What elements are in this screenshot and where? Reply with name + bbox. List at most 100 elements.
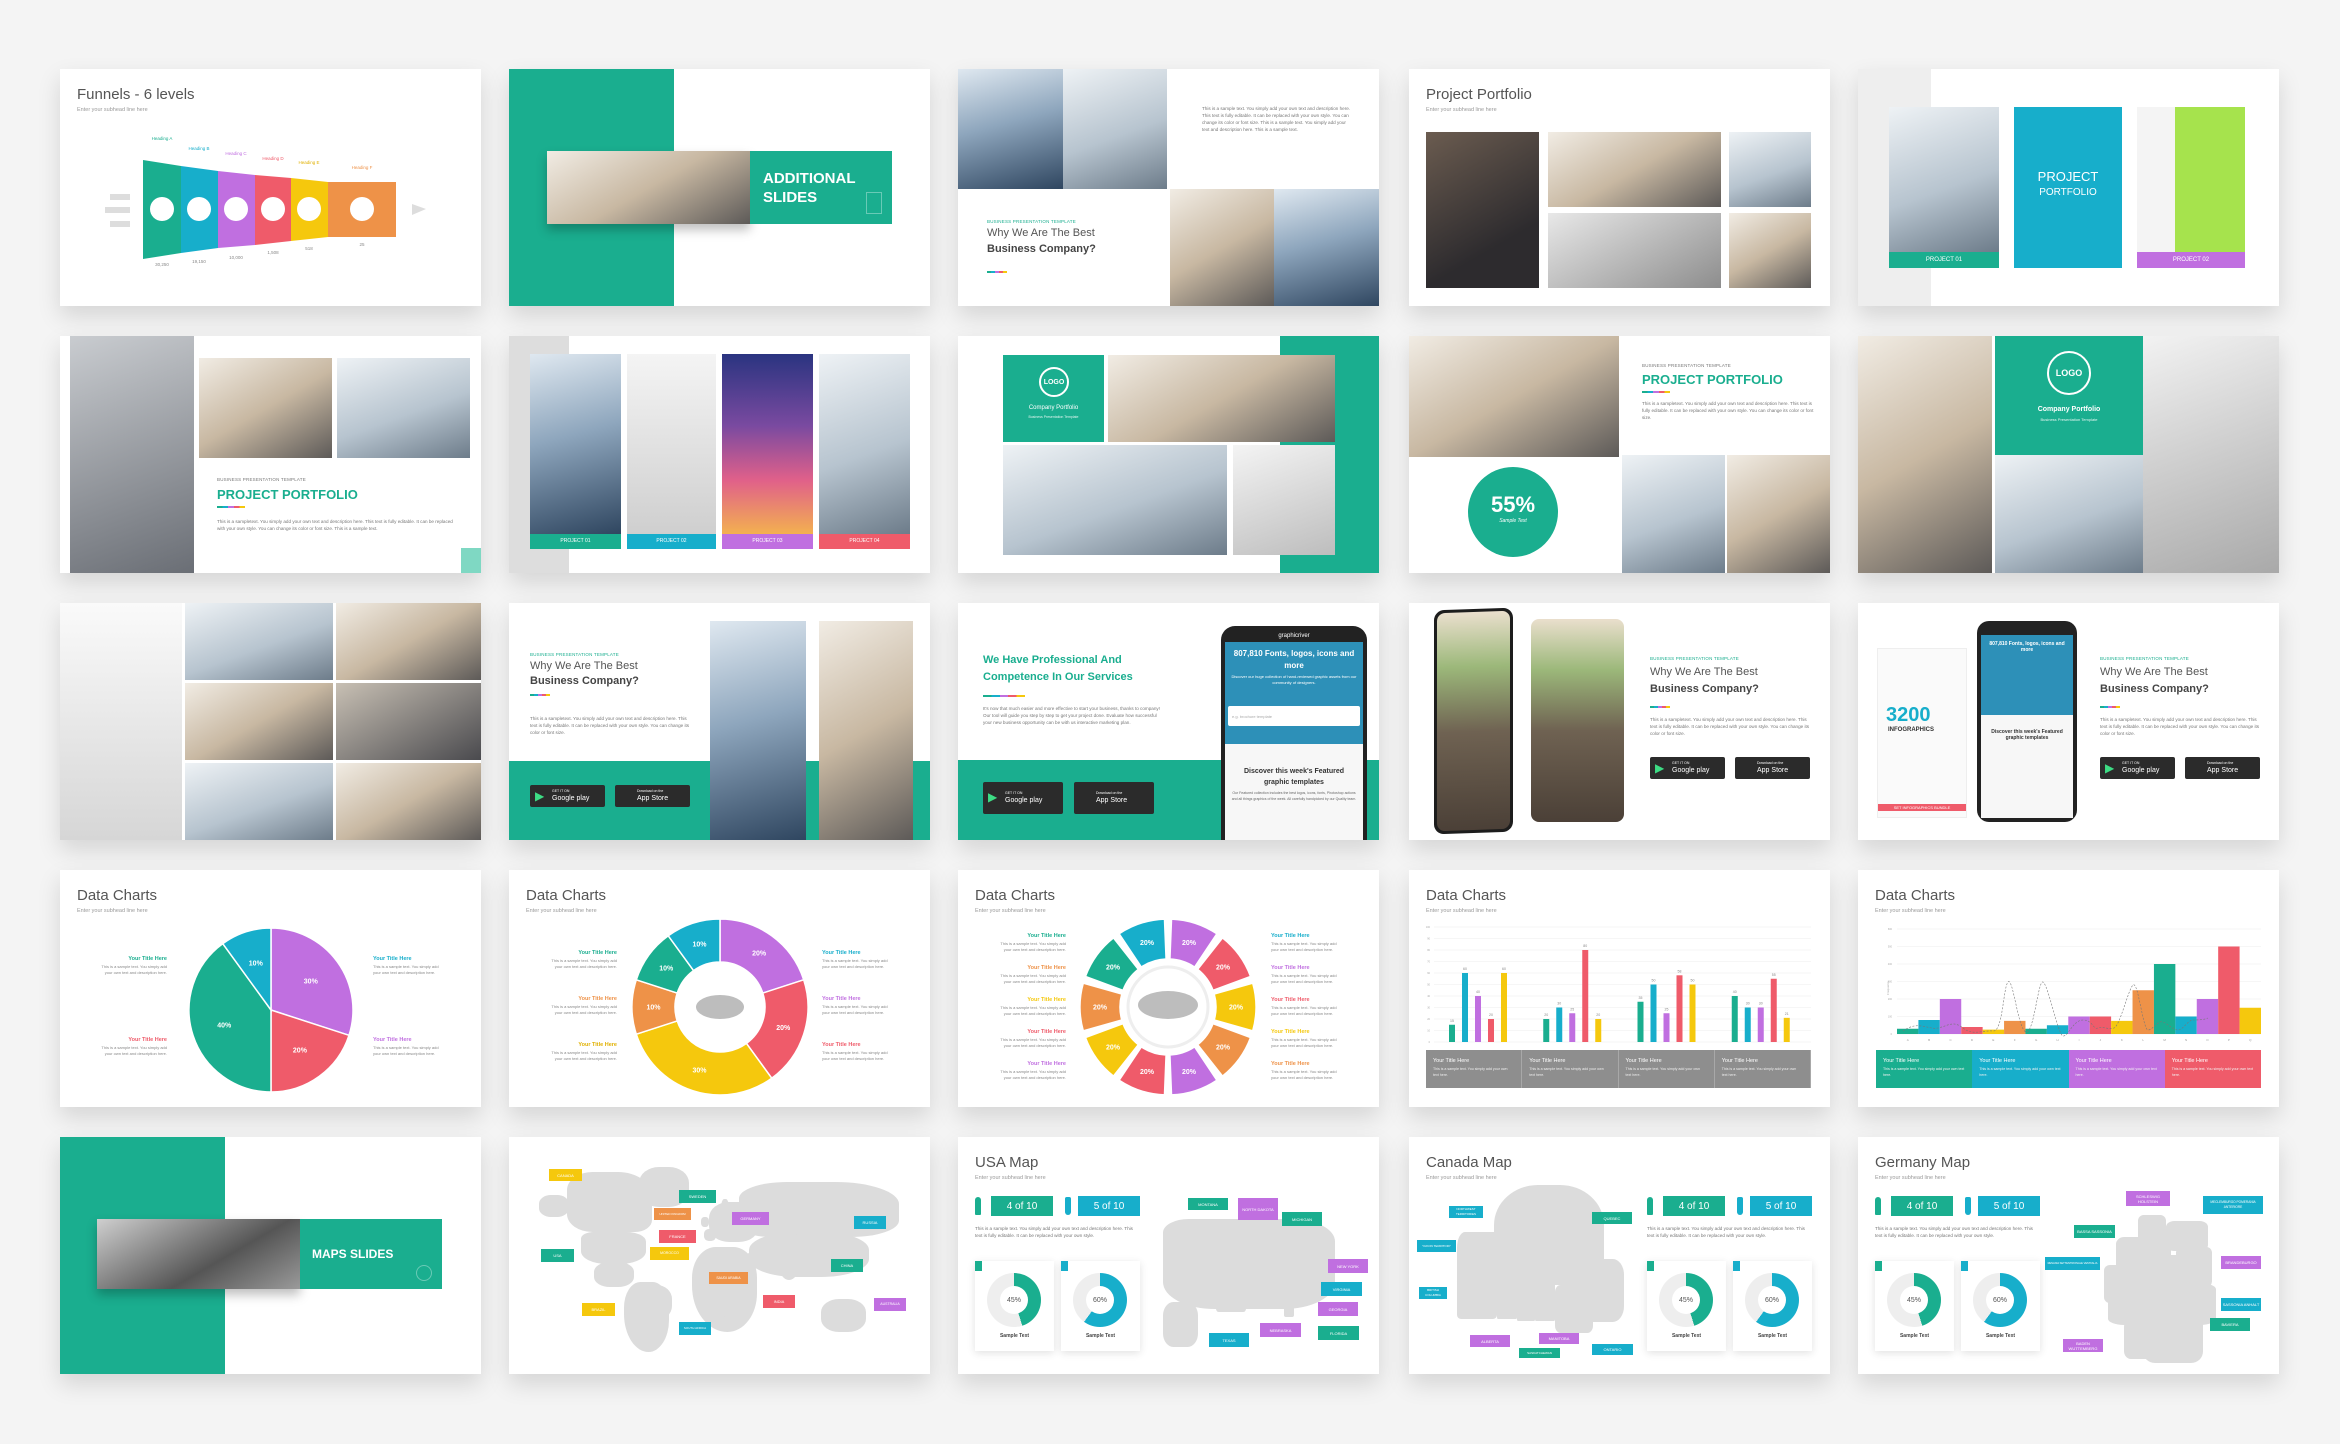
new-york-shape — [1301, 1234, 1316, 1250]
map-label: MOROCCO — [650, 1247, 689, 1260]
phone-hero: 807,810 Fonts, logos, icons and more Dis… — [1225, 642, 1363, 744]
funnel-heading: Heading E — [298, 160, 319, 165]
x-tick-label: O — [2206, 1038, 2209, 1042]
bar-value-label: 21 — [1785, 1012, 1789, 1016]
logo-box: LOGO Company Portfolio Business Presenta… — [1003, 355, 1104, 442]
ring-label: 20% — [1140, 940, 1155, 947]
y-tick-label: 100 — [1426, 926, 1431, 929]
y-tick-label: 500 — [1888, 946, 1893, 949]
map-label: NEBRASKA — [1260, 1323, 1301, 1337]
railway-photo — [1531, 619, 1624, 822]
store-label: Google play — [2122, 767, 2160, 774]
meeting-photo — [199, 358, 332, 458]
arrow-icon — [110, 221, 130, 227]
project-label: PROJECT 02 — [627, 534, 716, 549]
donut-label: 20% — [752, 951, 767, 958]
donut-label: 20% — [776, 1025, 791, 1032]
histogram-bar — [2239, 1007, 2261, 1034]
photo — [336, 683, 481, 760]
google-play-button[interactable]: ▶ GET IT ON Google play — [530, 785, 605, 807]
bar — [1663, 1013, 1670, 1042]
stat-card: 60% Sample Text — [1733, 1261, 1812, 1351]
slide-title: We Have Professional And Competence In Ou… — [983, 652, 1133, 686]
slide-world-map: CANADA USA SWEDEN UNITED KINGDOM GERMANY FRAN… — [509, 1137, 930, 1374]
google-play-button[interactable]: ▶ GET IT ON Google play — [1650, 757, 1725, 779]
x-tick-label: J — [2100, 1038, 2102, 1042]
card-flag — [1875, 1261, 1882, 1271]
map-label: CANADA — [549, 1169, 582, 1181]
pie-chart: 30% 20% 40% 10% — [188, 927, 354, 1093]
item-body: This is a sample text. You simply add yo… — [1000, 973, 1066, 984]
bar-value-label: 20 — [1596, 1013, 1600, 1017]
map-label: INDIA — [763, 1295, 795, 1308]
google-play-button[interactable]: ▶ GET IT ON Google play — [983, 782, 1063, 814]
google-play-icon: ▶ — [2105, 761, 2115, 775]
female-stat: 5 of 10 — [1978, 1196, 2040, 1216]
card-caption: Sample Text — [999, 1333, 1030, 1339]
bar — [1731, 996, 1738, 1042]
body-text: This is a sampletext. You simply add you… — [1650, 717, 1810, 736]
desk-photo — [1233, 445, 1335, 555]
slide-usa-map: USA Map Enter your subhead line here 4 o… — [958, 1137, 1379, 1374]
progress-donut: 45% — [1659, 1273, 1713, 1327]
slide-portfolio-text: BUSINESS PRESENTATION TEMPLATE PROJECT P… — [60, 336, 481, 573]
male-icon — [975, 1197, 981, 1215]
stat-card: 60% Sample Text — [1961, 1261, 2040, 1351]
funnel-value: 25 — [359, 242, 365, 247]
item-title: Your Title Here — [578, 1042, 617, 1048]
photo — [1622, 455, 1725, 573]
store-label: App Store — [1096, 797, 1128, 804]
people-photo — [1063, 69, 1167, 189]
phone-search-input[interactable]: e.g. brochure template — [1228, 706, 1360, 726]
map-label: FRANCE — [659, 1230, 696, 1243]
slide-grouped-bar-chart: Data Charts Enter your subhead line here… — [1409, 870, 1830, 1107]
app-store-button[interactable]: Download on the App Store — [1074, 782, 1154, 814]
bar-chart-icon — [261, 197, 285, 221]
railway-photo — [1437, 610, 1510, 832]
photo — [1727, 455, 1830, 573]
item-title: Your Title Here — [1027, 997, 1066, 1003]
body-text: This is a sample text. You simply add yo… — [975, 1226, 1133, 1238]
chairs-photo — [1858, 336, 1992, 573]
title-line: PROJECT — [2037, 169, 2099, 184]
card-caption: Sample Text — [1757, 1333, 1788, 1339]
phone-headline: 807,810 Fonts, logos, icons and more — [1981, 635, 2073, 715]
body-text: This is a sample text. You simply add yo… — [1875, 1226, 2033, 1238]
map-label: FLORIDA — [1318, 1326, 1359, 1340]
title-box: ADDITIONAL SLIDES — [750, 151, 892, 224]
app-store-button[interactable]: Download on the App Store — [615, 785, 690, 807]
search-icon — [150, 197, 174, 221]
x-tick-label: H — [2057, 1038, 2059, 1042]
app-store-button[interactable]: Download on the App Store — [1735, 757, 1810, 779]
item-title: Your Title Here — [822, 950, 861, 956]
footer-body: This is a sample text. You simply add yo… — [2171, 1067, 2254, 1077]
clock-photo — [819, 354, 910, 534]
funnel-value: 10,000 — [229, 255, 243, 260]
bar — [1582, 950, 1589, 1042]
color-stripe — [217, 506, 245, 508]
footer-body: This is a sample text. You simply add yo… — [1883, 1067, 1965, 1077]
ring-label: 20% — [1106, 965, 1121, 972]
footer-title: Your Title Here — [1883, 1058, 1920, 1064]
card-flag — [1061, 1261, 1068, 1271]
x-tick-label: I — [2079, 1038, 2080, 1042]
slide-logo-2: LOGO Company Portfolio Business Presenta… — [1858, 336, 2279, 573]
footer-title: Your Title Here — [1979, 1058, 2016, 1064]
google-play-button[interactable]: ▶ GET IT ON Google play — [2100, 757, 2175, 779]
alaska-shape — [539, 1195, 569, 1217]
saskatchewan-shape — [1517, 1277, 1535, 1321]
bar-value-label: 20 — [1544, 1013, 1548, 1017]
footer-body: This is a sample text. You simply add yo… — [2075, 1067, 2157, 1077]
bar — [1475, 996, 1481, 1042]
y-tick-label: 20 — [1427, 1018, 1430, 1021]
item-title: Your Title Here — [1027, 965, 1066, 971]
color-stripe — [530, 694, 550, 696]
ring-label: 20% — [1182, 1069, 1197, 1076]
photo — [336, 603, 481, 680]
photo — [185, 763, 333, 840]
histogram-bar — [2132, 990, 2154, 1034]
y-tick-label: 80 — [1427, 949, 1430, 952]
x-tick-label: L — [2142, 1038, 2144, 1042]
slide-donut-chart: Data Charts Enter your subhead line here… — [509, 870, 930, 1107]
app-store-button[interactable]: Download on the App Store — [2185, 757, 2260, 779]
